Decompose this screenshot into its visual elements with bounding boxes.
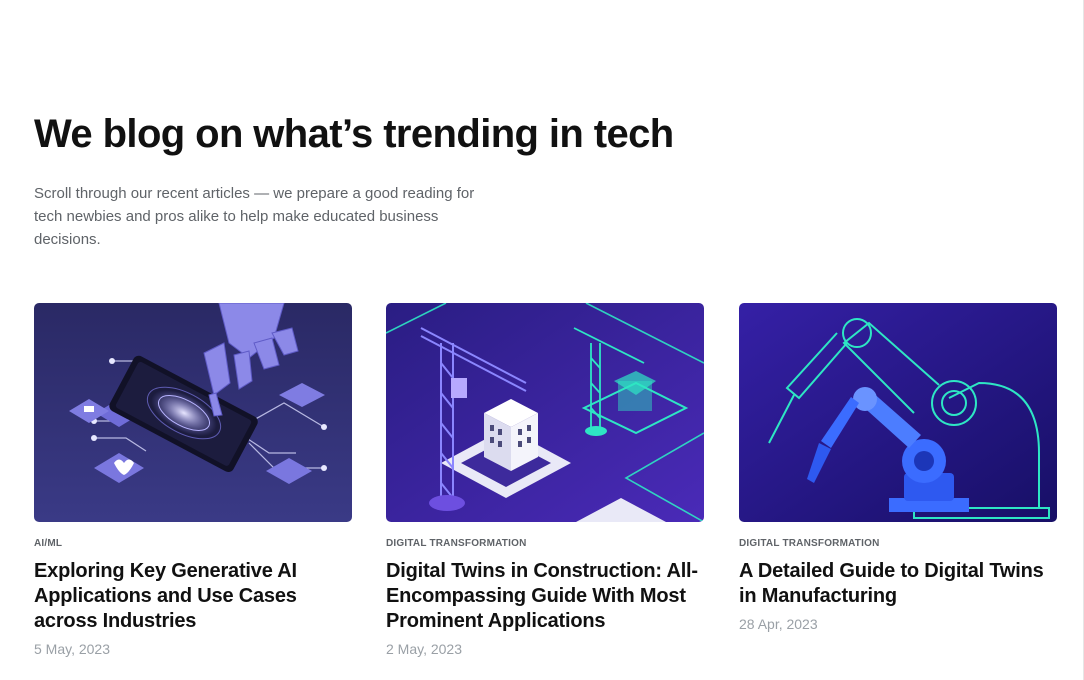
article-card[interactable]: AI/ML Exploring Key Generative AI Applic… <box>34 303 352 658</box>
article-category[interactable]: AI/ML <box>34 538 352 550</box>
article-title[interactable]: Digital Twins in Construction: All-Encom… <box>386 559 704 634</box>
article-date: 5 May, 2023 <box>34 641 111 657</box>
section-heading: We blog on what’s trending in tech <box>34 112 674 156</box>
article-thumbnail[interactable] <box>739 303 1057 522</box>
article-category[interactable]: DIGITAL TRANSFORMATION <box>739 538 1057 550</box>
article-thumbnail[interactable] <box>34 303 352 522</box>
article-card[interactable]: DIGITAL TRANSFORMATION Digital Twins in … <box>386 303 704 658</box>
industrial-robot-arms-icon <box>739 303 1057 522</box>
article-card[interactable]: DIGITAL TRANSFORMATION A Detailed Guide … <box>739 303 1057 633</box>
article-thumbnail[interactable] <box>386 303 704 522</box>
article-title[interactable]: A Detailed Guide to Digital Twins in Man… <box>739 559 1057 609</box>
robot-hand-touching-smartphone-icon <box>34 303 352 522</box>
blog-section: We blog on what’s trending in tech Scrol… <box>0 0 1084 680</box>
article-category[interactable]: DIGITAL TRANSFORMATION <box>386 538 704 550</box>
article-date: 2 May, 2023 <box>386 641 463 657</box>
section-intro: Scroll through our recent articles — we … <box>34 185 475 248</box>
article-list: AI/ML Exploring Key Generative AI Applic… <box>34 303 1058 673</box>
article-title[interactable]: Exploring Key Generative AI Applications… <box>34 559 352 634</box>
article-date: 28 Apr, 2023 <box>739 616 818 632</box>
isometric-construction-cranes-icon <box>386 303 704 522</box>
